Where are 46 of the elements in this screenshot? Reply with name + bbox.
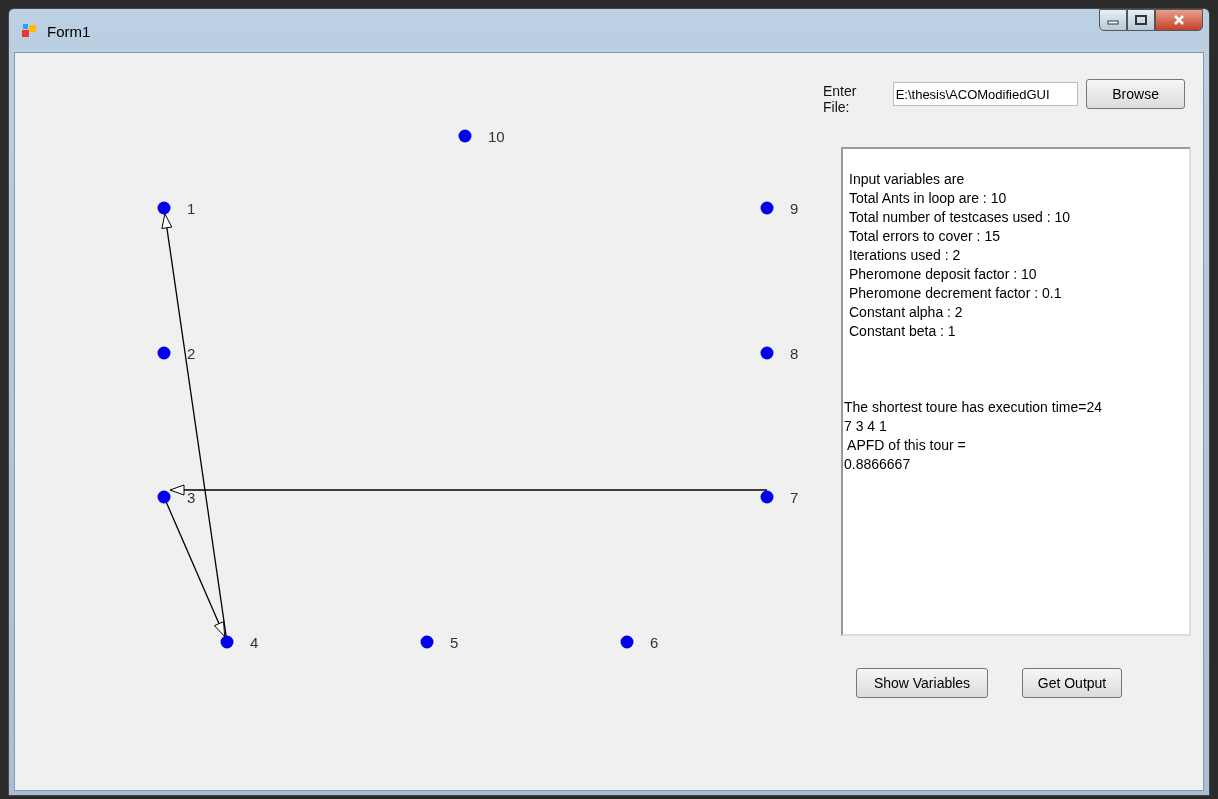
maximize-icon xyxy=(1135,15,1147,25)
node-dot xyxy=(458,129,472,143)
node-dot xyxy=(760,490,774,504)
app-icon xyxy=(21,23,37,39)
node-dot xyxy=(157,490,171,504)
minimize-button[interactable] xyxy=(1099,9,1127,31)
output-line: 0.8866667 xyxy=(843,455,912,474)
node-label: 8 xyxy=(790,345,799,362)
window-title: Form1 xyxy=(47,22,92,40)
node-label: 10 xyxy=(488,128,505,145)
node-label: 2 xyxy=(187,345,196,362)
output-line: Iterations used : 2 xyxy=(848,246,962,265)
file-path-field[interactable]: E:\thesis\ACOModifiedGUI xyxy=(892,82,1079,106)
output-line: Total errors to cover : 15 xyxy=(848,227,1001,246)
node-dot xyxy=(620,635,634,649)
node-dot xyxy=(220,635,234,649)
output-line: Constant alpha : 2 xyxy=(848,303,964,322)
node-label: 3 xyxy=(187,489,196,506)
browse-button[interactable]: Browse xyxy=(1086,79,1185,109)
node-dot xyxy=(420,635,434,649)
output-text-area[interactable] xyxy=(841,147,1191,636)
node-label: 7 xyxy=(790,489,799,506)
show-variables-button[interactable]: Show Variables xyxy=(856,668,988,698)
node-label: 5 xyxy=(450,634,459,651)
node-label: 4 xyxy=(250,634,259,651)
output-line: APFD of this tour = xyxy=(846,436,967,455)
node-label: 6 xyxy=(650,634,659,651)
node-dot xyxy=(157,201,171,215)
field-label: Enter File: xyxy=(823,83,858,115)
output-line: 7 3 4 1 xyxy=(843,417,888,436)
get-output-button[interactable]: Get Output xyxy=(1022,668,1122,698)
output-line: The shortest toure has execution time=24 xyxy=(843,398,1103,417)
output-line: Constant beta : 1 xyxy=(848,322,957,341)
node-dot xyxy=(760,201,774,215)
output-line: Pheromone decrement factor : 0.1 xyxy=(848,284,1063,303)
close-button[interactable] xyxy=(1155,9,1203,31)
output-line: Total number of testcases used : 10 xyxy=(848,208,1071,227)
node-label: 9 xyxy=(790,200,799,217)
output-line: Pheromone deposit factor : 10 xyxy=(848,265,1038,284)
maximize-button[interactable] xyxy=(1127,9,1155,31)
output-line: Input variables are xyxy=(848,170,966,189)
close-icon xyxy=(1173,14,1185,26)
node-dot xyxy=(760,346,774,360)
node-label: 1 xyxy=(187,200,196,217)
node-dot xyxy=(157,346,171,360)
output-line: Total Ants in loop are : 10 xyxy=(848,189,1008,208)
